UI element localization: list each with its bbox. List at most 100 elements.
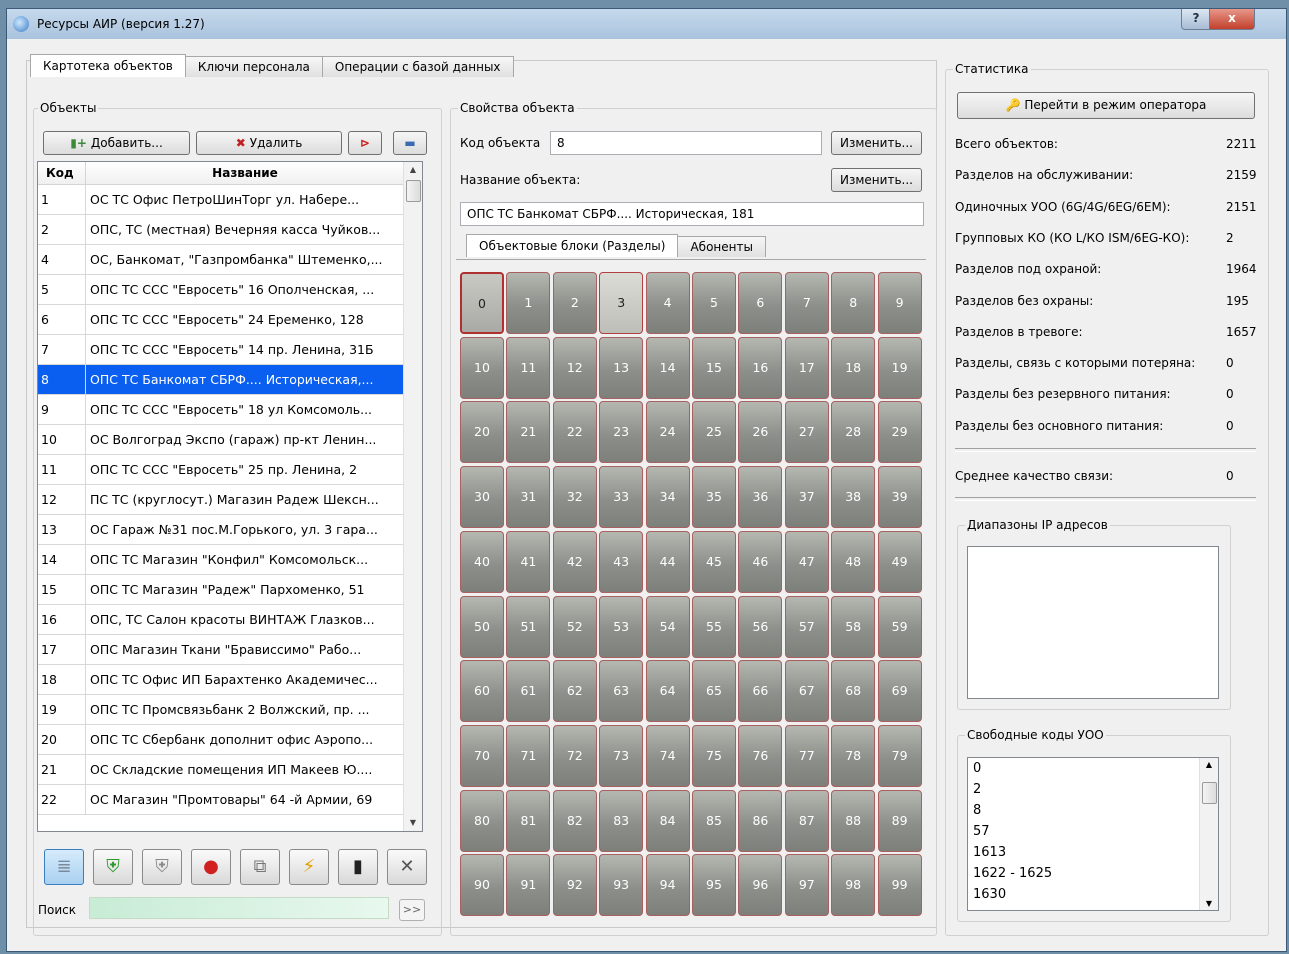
free-code-item[interactable]: 0: [968, 758, 1218, 779]
table-row[interactable]: 4 ОС, Банкомат, "Газпромбанка" Штеменко,.…: [38, 245, 404, 275]
partition-cell[interactable]: 52: [552, 595, 597, 658]
battery-filter-button[interactable]: ▮: [338, 849, 378, 885]
free-code-item[interactable]: 1630: [968, 884, 1218, 905]
table-scrollbar[interactable]: ▲ ▼: [403, 162, 422, 831]
partition-cell[interactable]: 8: [831, 272, 876, 334]
disarmed-filter-button[interactable]: ⛨: [142, 849, 182, 885]
partition-cell[interactable]: 31: [506, 466, 551, 529]
partition-cell[interactable]: 61: [506, 660, 551, 723]
partition-cell[interactable]: 49: [877, 530, 922, 593]
partition-cell[interactable]: 42: [552, 530, 597, 593]
partition-cell[interactable]: 10: [460, 336, 504, 399]
partition-cell[interactable]: 81: [506, 789, 551, 852]
partition-cell[interactable]: 36: [738, 466, 783, 529]
partition-cell[interactable]: 79: [877, 724, 922, 787]
partition-cell[interactable]: 74: [645, 724, 690, 787]
partition-cell[interactable]: 3: [599, 272, 644, 334]
partition-cell[interactable]: 48: [831, 530, 876, 593]
partition-cell[interactable]: 40: [460, 530, 504, 593]
scroll-down-icon[interactable]: ▼: [404, 815, 422, 831]
partition-cell[interactable]: 58: [831, 595, 876, 658]
partition-cell[interactable]: 88: [831, 789, 876, 852]
partition-cell[interactable]: 92: [552, 854, 597, 917]
partition-cell[interactable]: 12: [552, 336, 597, 399]
partition-cell[interactable]: 45: [692, 530, 736, 593]
partition-cell[interactable]: 26: [738, 401, 783, 464]
partition-cell[interactable]: 11: [506, 336, 551, 399]
partition-cell[interactable]: 95: [692, 854, 736, 917]
partition-cell[interactable]: 30: [460, 466, 504, 529]
table-row[interactable]: 6 ОПС ТС ССС "Евросеть" 24 Еременко, 128: [38, 305, 404, 335]
table-row[interactable]: 22 ОС Магазин "Промтовары" 64 -й Армии, 6…: [38, 785, 404, 815]
partition-cell[interactable]: 47: [784, 530, 829, 593]
partition-cell[interactable]: 1: [506, 272, 551, 334]
partition-cell[interactable]: 72: [552, 724, 597, 787]
partition-cell[interactable]: 18: [831, 336, 876, 399]
partition-cell[interactable]: 78: [831, 724, 876, 787]
partition-cell[interactable]: 59: [877, 595, 922, 658]
partition-cell[interactable]: 28: [831, 401, 876, 464]
partition-cell[interactable]: 34: [645, 466, 690, 529]
table-row[interactable]: 21 ОС Складские помещения ИП Макеев Ю....: [38, 755, 404, 785]
partition-cell[interactable]: 54: [645, 595, 690, 658]
free-code-item[interactable]: 1622 - 1625: [968, 863, 1218, 884]
free-scroll-thumb[interactable]: [1202, 782, 1217, 804]
partition-cell[interactable]: 94: [645, 854, 690, 917]
free-code-item[interactable]: 57: [968, 821, 1218, 842]
table-row[interactable]: 18 ОПС ТС Офис ИП Барахтенко Академичес..…: [38, 665, 404, 695]
partition-cell[interactable]: 67: [784, 660, 829, 723]
partition-cell[interactable]: 32: [552, 466, 597, 529]
partition-cell[interactable]: 97: [784, 854, 829, 917]
power-filter-button[interactable]: ⚡: [289, 849, 329, 885]
alarm-filter-button[interactable]: ●: [191, 849, 231, 885]
table-row[interactable]: 1 ОС ТС Офис ПетроШинТорг ул. Набере...: [38, 185, 404, 215]
partition-cell[interactable]: 89: [877, 789, 922, 852]
free-code-item[interactable]: 1613: [968, 842, 1218, 863]
partition-cell[interactable]: 20: [460, 401, 504, 464]
close-button[interactable]: x: [1209, 9, 1255, 30]
partition-cell[interactable]: 93: [599, 854, 644, 917]
database-filter-button[interactable]: ≣: [44, 849, 84, 885]
table-row[interactable]: 7 ОПС ТС ССС "Евросеть" 14 пр. Ленина, 31…: [38, 335, 404, 365]
change-code-button[interactable]: Изменить...: [831, 131, 922, 155]
partition-cell[interactable]: 65: [692, 660, 736, 723]
partition-cell[interactable]: 62: [552, 660, 597, 723]
free-codes-scrollbar[interactable]: ▲ ▼: [1199, 758, 1218, 910]
table-row[interactable]: 10 ОС Волгоград Экспо (гараж) пр-кт Ленин…: [38, 425, 404, 455]
free-code-item[interactable]: 8: [968, 800, 1218, 821]
tab-objects-catalog[interactable]: Картотека объектов: [30, 54, 186, 77]
connection-lost-filter-button[interactable]: ⧉: [240, 849, 280, 885]
partition-cell[interactable]: 71: [506, 724, 551, 787]
table-row[interactable]: 20 ОПС ТС Сбербанк дополнит офис Аэропо..…: [38, 725, 404, 755]
pdf-export-button[interactable]: ⊳: [348, 131, 382, 155]
partition-cell[interactable]: 91: [506, 854, 551, 917]
partition-cell[interactable]: 82: [552, 789, 597, 852]
partition-cell[interactable]: 37: [784, 466, 829, 529]
tools-button[interactable]: ✕: [387, 849, 427, 885]
partition-cell[interactable]: 80: [460, 789, 504, 852]
column-name[interactable]: Название: [86, 162, 404, 184]
partition-cell[interactable]: 86: [738, 789, 783, 852]
partition-cell[interactable]: 83: [599, 789, 644, 852]
partition-cell[interactable]: 60: [460, 660, 504, 723]
partition-cell[interactable]: 73: [599, 724, 644, 787]
table-row[interactable]: 5 ОПС ТС ССС "Евросеть" 16 Ополченская, .…: [38, 275, 404, 305]
partition-cell[interactable]: 29: [877, 401, 922, 464]
partition-cell[interactable]: 69: [877, 660, 922, 723]
partition-cell[interactable]: 23: [599, 401, 644, 464]
partition-cell[interactable]: 85: [692, 789, 736, 852]
partition-cell[interactable]: 9: [877, 272, 922, 334]
table-row[interactable]: 11 ОПС ТС ССС "Евросеть" 25 пр. Ленина, 2: [38, 455, 404, 485]
partition-cell[interactable]: 63: [599, 660, 644, 723]
partition-cell[interactable]: 90: [460, 854, 504, 917]
partition-cell[interactable]: 98: [831, 854, 876, 917]
scroll-up-icon[interactable]: ▲: [404, 162, 422, 178]
partition-cell[interactable]: 66: [738, 660, 783, 723]
name-field[interactable]: ОПС ТС Банкомат СБРФ.... Историческая, 1…: [460, 202, 924, 226]
change-name-button[interactable]: Изменить...: [831, 168, 922, 192]
partition-cell[interactable]: 51: [506, 595, 551, 658]
partition-cell[interactable]: 14: [645, 336, 690, 399]
table-row[interactable]: 15 ОПС ТС Магазин "Радеж" Пархоменко, 51: [38, 575, 404, 605]
ip-ranges-list[interactable]: [967, 546, 1219, 699]
partition-cell[interactable]: 46: [738, 530, 783, 593]
